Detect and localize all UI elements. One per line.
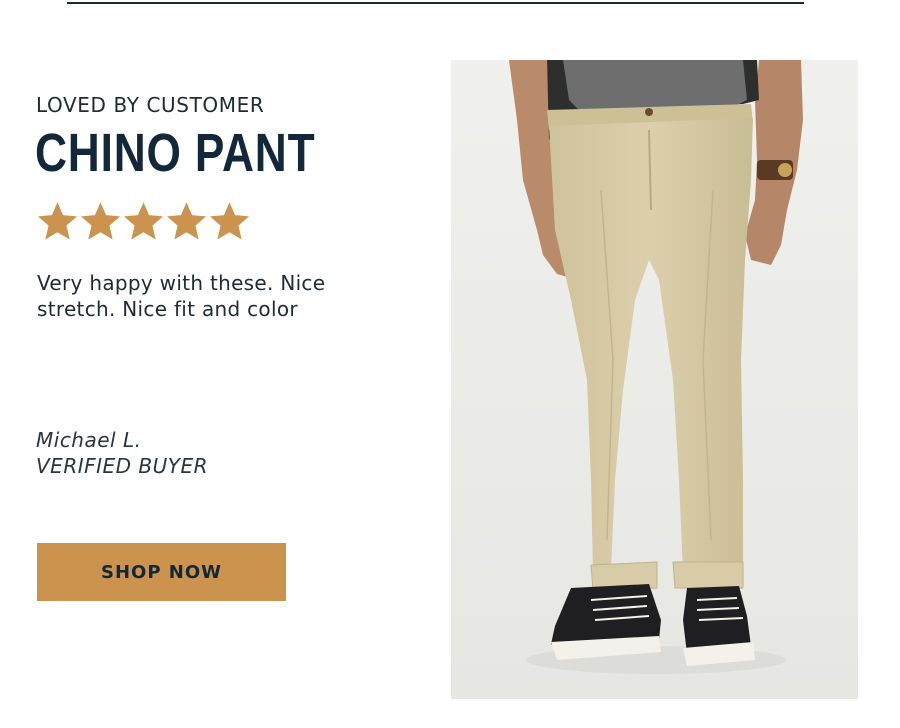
reviewer-info: Michael L. VERIFIED BUYER bbox=[36, 427, 208, 479]
product-photo[interactable] bbox=[451, 60, 858, 699]
star-rating bbox=[36, 199, 251, 243]
top-divider bbox=[67, 2, 804, 4]
reviewer-status: VERIFIED BUYER bbox=[36, 454, 209, 478]
review-text: Very happy with these. Nice stretch. Nic… bbox=[37, 271, 326, 321]
star-icon bbox=[37, 202, 78, 240]
star-icon bbox=[209, 202, 250, 240]
product-image bbox=[451, 60, 858, 699]
star-icon bbox=[166, 202, 207, 240]
star-icon bbox=[123, 202, 164, 240]
eyebrow-label: LOVED BY CUSTOMER bbox=[36, 93, 265, 117]
shop-now-button[interactable]: SHOP NOW bbox=[37, 543, 286, 601]
reviewer-name: Michael L. bbox=[36, 428, 142, 452]
product-title: CHINO PANT bbox=[35, 123, 316, 183]
star-icon bbox=[80, 202, 121, 240]
